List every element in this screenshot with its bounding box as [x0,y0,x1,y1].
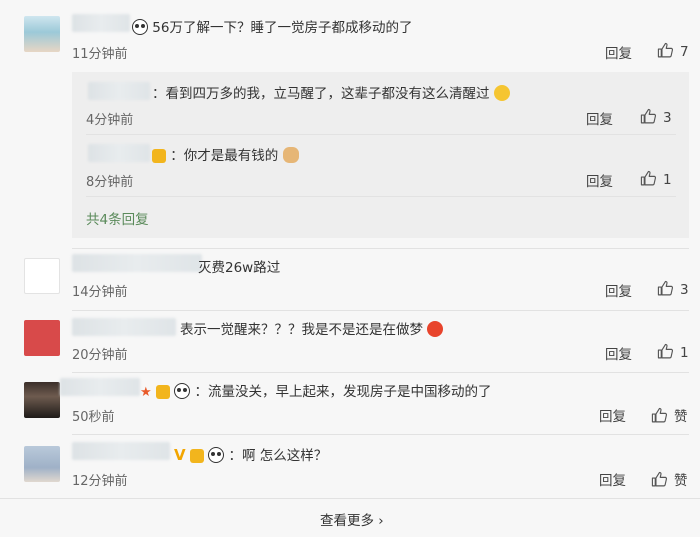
panda-emoji-icon [132,19,148,35]
comment-item: ★ ：流量没关，早上起来，发现房子是中国移动的了 50秒前 回复 赞 [0,372,700,434]
angry-emoji-icon [427,321,444,337]
comment-time: 20分钟前 [72,348,128,363]
subreply-time: 8分钟前 [86,175,134,190]
divider [86,134,676,135]
like-button[interactable]: 3 [657,280,689,298]
star-badge-icon: ★ [140,385,152,400]
like-button[interactable]: 1 [640,170,672,188]
thumbs-up-icon [640,170,657,186]
subreply-text: ：看到四万多的我，立马醒了，这辈子都没有这么清醒过 [152,82,510,102]
comment-item: 表示一觉醒来？？？我是不是还是在做梦 20分钟前 回复 1 [0,310,700,372]
blurred-username [72,254,202,272]
comment-text: V ：啊 怎么这样？ [174,446,328,464]
like-button[interactable]: 赞 [651,469,688,489]
verified-v-icon: V [174,446,186,464]
comment-time: 50秒前 [72,410,115,425]
avatar[interactable] [24,320,60,356]
comment-item: V ：啊 怎么这样？ 12分钟前 回复 赞 [0,434,700,498]
laugh-cry-emoji-icon [493,85,510,101]
comment-time: 12分钟前 [72,474,128,489]
thumbs-up-icon [657,42,674,58]
blurred-username [88,144,150,162]
comment-item: 灭费26w路过 14分钟前 回复 3 [0,248,700,310]
reply-button[interactable]: 回复 [599,469,626,489]
divider [86,196,676,197]
comment-time: 14分钟前 [72,285,128,300]
blurred-username [72,442,170,460]
reply-button[interactable]: 回复 [599,405,626,425]
blurred-username [88,82,150,100]
reply-button[interactable]: 回复 [586,108,613,128]
thumbs-up-icon [657,280,674,296]
crown-badge-icon [155,385,170,399]
panda-emoji-icon [208,447,225,463]
reply-button[interactable]: 回复 [605,280,632,300]
thumbs-up-icon [640,108,657,124]
blurred-username [72,318,176,336]
view-more-button[interactable]: 查看更多 › [320,509,384,529]
thumbs-up-icon [657,343,674,359]
avatar[interactable] [24,258,60,294]
view-all-replies-link[interactable]: 共4条回复 [86,208,149,228]
reply-button[interactable]: 回复 [586,170,613,190]
reply-button[interactable]: 回复 [605,42,632,62]
avatar[interactable] [24,382,60,418]
panda-emoji-icon [174,383,191,399]
comment-time: 11分钟前 [72,47,128,62]
comment-text: 56万了解一下？睡了一觉房子都成移动的了 [132,16,412,36]
thumbs-up-icon [651,407,668,423]
reply-button[interactable]: 回复 [605,343,632,363]
subreply-text: ：你才是最有钱的 [152,144,299,164]
blurred-username [72,14,130,32]
blurred-username [60,378,140,396]
like-button[interactable]: 赞 [651,405,688,425]
like-button[interactable]: 3 [640,108,672,126]
comment-text: ★ ：流量没关，早上起来，发现房子是中国移动的了 [140,383,492,400]
view-more-bar: 查看更多 › [0,498,700,537]
thumbs-up-icon [651,471,668,487]
comment-section: 56万了解一下？睡了一觉房子都成移动的了 11分钟前 回复 7 ：看到四万多的我… [0,0,700,537]
comment-text: 表示一觉醒来？？？我是不是还是在做梦 [180,318,444,338]
like-button[interactable]: 7 [657,42,689,60]
comment-item: 56万了解一下？睡了一觉房子都成移动的了 11分钟前 回复 7 [0,0,700,72]
like-button[interactable]: 1 [657,343,689,361]
subreply-time: 4分钟前 [86,113,134,128]
crown-badge-icon [152,149,166,163]
cat-emoji-icon [282,147,299,163]
avatar[interactable] [24,16,60,52]
avatar[interactable] [24,446,60,482]
subreply-panel: ：看到四万多的我，立马醒了，这辈子都没有这么清醒过 4分钟前 回复 3 ：你才是… [72,72,689,238]
comment-text: 灭费26w路过 [198,260,281,276]
crown-badge-icon [189,449,204,463]
